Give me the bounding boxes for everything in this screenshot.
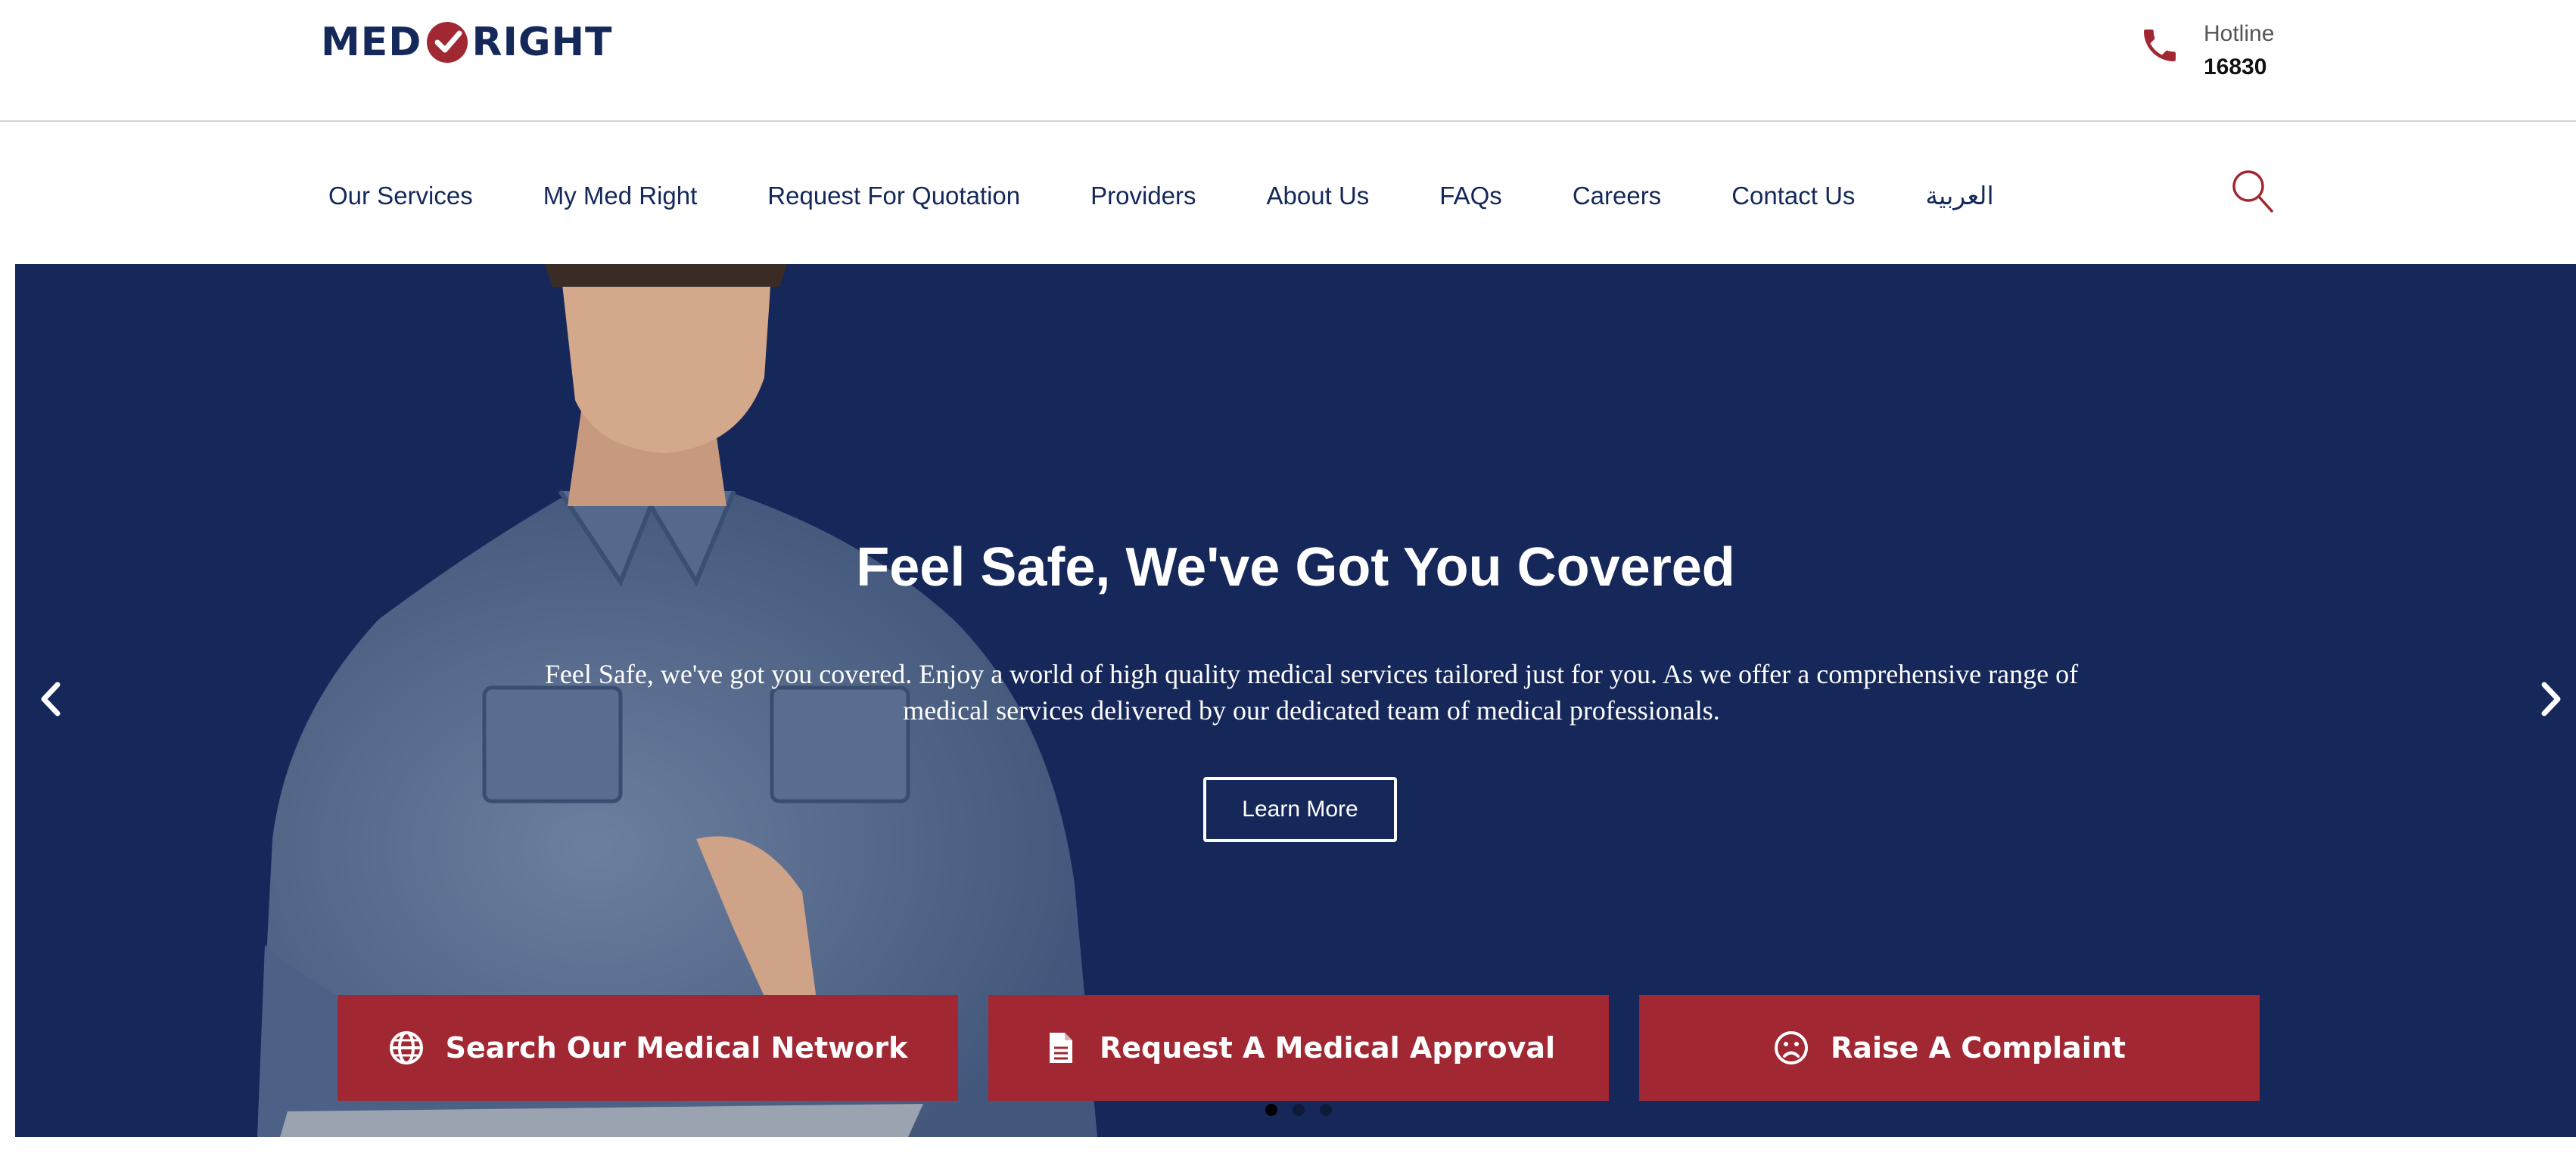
nav-item-providers[interactable]: Providers xyxy=(1081,170,1205,222)
logo-text-right: RIGHT xyxy=(471,20,613,65)
nav-item-arabic[interactable]: العربية xyxy=(1916,170,2002,222)
slider-dots xyxy=(1265,1104,1332,1116)
hotline-label: Hotline xyxy=(2204,21,2275,46)
hotline[interactable]: Hotline 16830 xyxy=(2139,21,2298,85)
chevron-left-icon[interactable] xyxy=(32,673,70,726)
sad-face-icon xyxy=(1775,1031,1809,1064)
logo-check-icon xyxy=(427,22,468,63)
nav-item-contact-us[interactable]: Contact Us xyxy=(1722,170,1864,222)
globe-icon xyxy=(389,1031,423,1064)
phone-icon xyxy=(2144,30,2176,61)
document-icon xyxy=(1049,1033,1072,1063)
medright-logo[interactable]: MED RIGHT xyxy=(321,20,613,65)
nav-item-my-med-right[interactable]: My Med Right xyxy=(534,170,707,222)
nav-item-request-for-quotation[interactable]: Request For Quotation xyxy=(758,170,1029,222)
raise-complaint-label: Raise A Complaint xyxy=(1831,1031,2126,1064)
nav-item-faqs[interactable]: FAQs xyxy=(1430,170,1511,222)
request-medical-approval-label: Request A Medical Approval xyxy=(1099,1031,1556,1064)
slider-dot-3[interactable] xyxy=(1320,1104,1332,1116)
hero-title: Feel Safe, We've Got You Covered xyxy=(856,537,1735,598)
main-navigation: Our Services My Med Right Request For Qu… xyxy=(0,122,2576,264)
hotline-number[interactable]: 16830 xyxy=(2204,54,2266,80)
chevron-right-icon[interactable] xyxy=(2532,673,2570,726)
nav-item-our-services[interactable]: Our Services xyxy=(319,170,482,222)
search-medical-network-button[interactable]: Search Our Medical Network xyxy=(338,995,958,1101)
raise-complaint-button[interactable]: Raise A Complaint xyxy=(1639,995,2260,1101)
nav-links: Our Services My Med Right Request For Qu… xyxy=(319,170,2055,222)
learn-more-button[interactable]: Learn More xyxy=(1203,777,1397,842)
hero-description: Feel Safe, we've got you covered. Enjoy … xyxy=(544,659,2079,726)
hero-slider: Feel Safe, We've Got You Covered Feel Sa… xyxy=(15,264,2576,1137)
search-medical-network-label: Search Our Medical Network xyxy=(445,1031,908,1064)
slider-dot-2[interactable] xyxy=(1293,1104,1305,1116)
nav-item-careers[interactable]: Careers xyxy=(1563,170,1670,222)
search-icon[interactable] xyxy=(2229,167,2275,216)
quick-actions: Search Our Medical Network Request A Med… xyxy=(338,995,2260,1101)
request-medical-approval-button[interactable]: Request A Medical Approval xyxy=(988,995,1609,1101)
slider-dot-1[interactable] xyxy=(1265,1104,1277,1116)
top-bar: MED RIGHT Hotline 16830 xyxy=(0,0,2576,122)
logo-text-med: MED xyxy=(321,20,422,65)
nav-item-about-us[interactable]: About Us xyxy=(1258,170,1379,222)
